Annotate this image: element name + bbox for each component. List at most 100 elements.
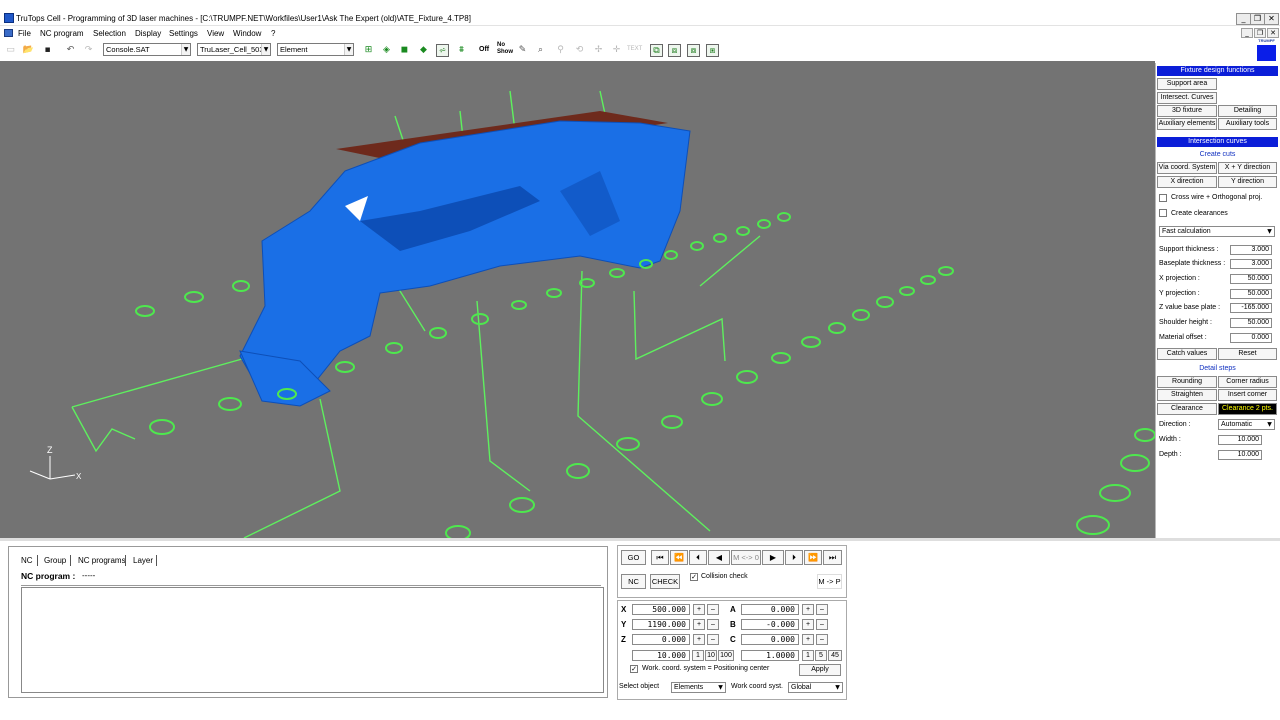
- probe-icon[interactable]: ⚲: [554, 44, 567, 57]
- step-1-button[interactable]: 1: [692, 650, 704, 661]
- a-minus-button[interactable]: –: [816, 604, 828, 615]
- y-projection-field[interactable]: 50.000: [1230, 289, 1272, 299]
- work-coord-syst-select[interactable]: Global ▼: [788, 682, 843, 693]
- check-button[interactable]: CHECK: [650, 574, 680, 589]
- clearance-2-pts-button[interactable]: Clearance 2 pts.: [1218, 403, 1277, 415]
- cube-icon[interactable]: ◼: [398, 44, 411, 57]
- straighten-button[interactable]: Straighten: [1157, 389, 1217, 401]
- angle-step-5-button[interactable]: 5: [815, 650, 827, 661]
- nc-button[interactable]: NC: [621, 574, 646, 589]
- z-minus-button[interactable]: –: [707, 634, 719, 645]
- menu-nc-program[interactable]: NC program: [40, 28, 84, 39]
- create-clearances-checkbox[interactable]: [1159, 209, 1167, 217]
- close-button[interactable]: ✕: [1264, 13, 1279, 25]
- cube-rotate-icon[interactable]: ◈: [380, 44, 393, 57]
- baseplate-thickness-field[interactable]: 3.000: [1230, 259, 1272, 269]
- view-front-icon[interactable]: ⧈: [668, 44, 681, 57]
- undo-icon[interactable]: ↶: [64, 44, 77, 57]
- first-step-icon[interactable]: ⏮: [651, 550, 669, 565]
- material-offset-field[interactable]: 0.000: [1230, 333, 1272, 343]
- element-combo[interactable]: Element ▼: [277, 43, 354, 56]
- via-coord-system-button[interactable]: Via coord. System: [1157, 162, 1217, 174]
- b-field[interactable]: -0.000: [741, 619, 799, 630]
- last-step-icon[interactable]: ⏭: [823, 550, 842, 565]
- insert-corner-button[interactable]: Insert corner: [1218, 389, 1277, 401]
- intersect-curves-button[interactable]: Intersect. Curves: [1157, 92, 1217, 104]
- off-label[interactable]: Off: [479, 45, 489, 54]
- rotate-icon[interactable]: ⟲: [573, 44, 586, 57]
- c-field[interactable]: 0.000: [741, 634, 799, 645]
- new-icon[interactable]: ▭: [4, 44, 17, 57]
- 3d-fixture-button[interactable]: 3D fixture: [1157, 105, 1217, 117]
- reset-button[interactable]: Reset: [1218, 348, 1277, 360]
- z-plus-button[interactable]: +: [693, 634, 705, 645]
- mdi-restore-button[interactable]: ❐: [1254, 28, 1266, 38]
- cube-solid-icon[interactable]: ◆: [417, 44, 430, 57]
- angle-step-1-button[interactable]: 1: [802, 650, 814, 661]
- play-icon[interactable]: ▶: [762, 550, 784, 565]
- tab-nc-programs[interactable]: NC programs: [78, 556, 126, 566]
- text-label[interactable]: TEXT: [627, 45, 642, 54]
- restore-button[interactable]: ❐: [1250, 13, 1265, 25]
- z-field[interactable]: 0.000: [632, 634, 690, 645]
- x-field[interactable]: 500.000: [632, 604, 690, 615]
- xy-direction-button[interactable]: X + Y direction: [1218, 162, 1277, 174]
- point-icon[interactable]: ✛: [610, 44, 623, 57]
- b-plus-button[interactable]: +: [802, 619, 814, 630]
- z-value-base-plate-field[interactable]: -165.000: [1230, 303, 1272, 313]
- b-minus-button[interactable]: –: [816, 619, 828, 630]
- clearance-button[interactable]: Clearance: [1157, 403, 1217, 415]
- m-to-p-button[interactable]: M -> P: [817, 574, 842, 589]
- console-combo[interactable]: Console.SAT ▼: [103, 43, 191, 56]
- step-forward-icon[interactable]: ⏵: [785, 550, 803, 565]
- tab-nc[interactable]: NC: [21, 556, 33, 566]
- x-direction-button[interactable]: X direction: [1157, 176, 1217, 188]
- apply-button[interactable]: Apply: [799, 664, 841, 676]
- menu-settings[interactable]: Settings: [169, 28, 198, 39]
- edit-icon[interactable]: ✎: [516, 44, 529, 57]
- minimize-button[interactable]: _: [1236, 13, 1251, 25]
- fast-rewind-icon[interactable]: ⏪: [670, 550, 688, 565]
- m-zero-button[interactable]: M <-> 0: [731, 550, 761, 565]
- back-icon[interactable]: ◀: [708, 550, 730, 565]
- a-field[interactable]: 0.000: [741, 604, 799, 615]
- x-plus-button[interactable]: +: [693, 604, 705, 615]
- linear-step-field[interactable]: 10.000: [632, 650, 690, 661]
- menu-selection[interactable]: Selection: [93, 28, 126, 39]
- save-icon[interactable]: ▪: [41, 44, 54, 57]
- go-button[interactable]: GO: [621, 550, 646, 565]
- menu-file[interactable]: File: [18, 28, 31, 39]
- width-field[interactable]: 10.000: [1218, 435, 1262, 445]
- view-side-icon[interactable]: ⧇: [687, 44, 700, 57]
- auxiliary-tools-button[interactable]: Auxiliary tools: [1218, 118, 1277, 130]
- cross-wire-checkbox[interactable]: [1159, 194, 1167, 202]
- y-minus-button[interactable]: –: [707, 619, 719, 630]
- menu-view[interactable]: View: [207, 28, 224, 39]
- mdi-close-button[interactable]: ✕: [1267, 28, 1279, 38]
- direction-select[interactable]: Automatic ▼: [1218, 419, 1275, 430]
- support-area-button[interactable]: Support area: [1157, 78, 1217, 90]
- 3d-viewport[interactable]: Z X: [0, 61, 1155, 538]
- redo-icon[interactable]: ↷: [82, 44, 95, 57]
- rounding-button[interactable]: Rounding: [1157, 376, 1217, 388]
- mdi-minimize-button[interactable]: _: [1241, 28, 1253, 38]
- tab-layer[interactable]: Layer: [133, 556, 153, 566]
- tree-icon[interactable]: ⊞: [362, 44, 375, 57]
- no-show-label[interactable]: No Show: [497, 42, 513, 56]
- menu-window[interactable]: Window: [233, 28, 261, 39]
- detailing-button[interactable]: Detailing: [1218, 105, 1277, 117]
- nc-program-listbox[interactable]: [21, 587, 604, 693]
- calculation-mode-select[interactable]: Fast calculation ▼: [1159, 226, 1275, 237]
- supports-icon[interactable]: ⩩: [455, 44, 468, 57]
- y-direction-button[interactable]: Y direction: [1218, 176, 1277, 188]
- document-icon[interactable]: [4, 29, 13, 37]
- x-minus-button[interactable]: –: [707, 604, 719, 615]
- auxiliary-elements-button[interactable]: Auxiliary elements: [1157, 118, 1217, 130]
- machine-combo[interactable]: TruLaser_Cell_503 ▼: [197, 43, 271, 56]
- step-back-end-icon[interactable]: ⏴: [689, 550, 707, 565]
- angular-step-field[interactable]: 1.0000: [741, 650, 799, 661]
- view-top-icon[interactable]: ⧆: [706, 44, 719, 57]
- c-minus-button[interactable]: –: [816, 634, 828, 645]
- angle-step-45-button[interactable]: 45: [828, 650, 842, 661]
- measure-icon[interactable]: ✢: [592, 44, 605, 57]
